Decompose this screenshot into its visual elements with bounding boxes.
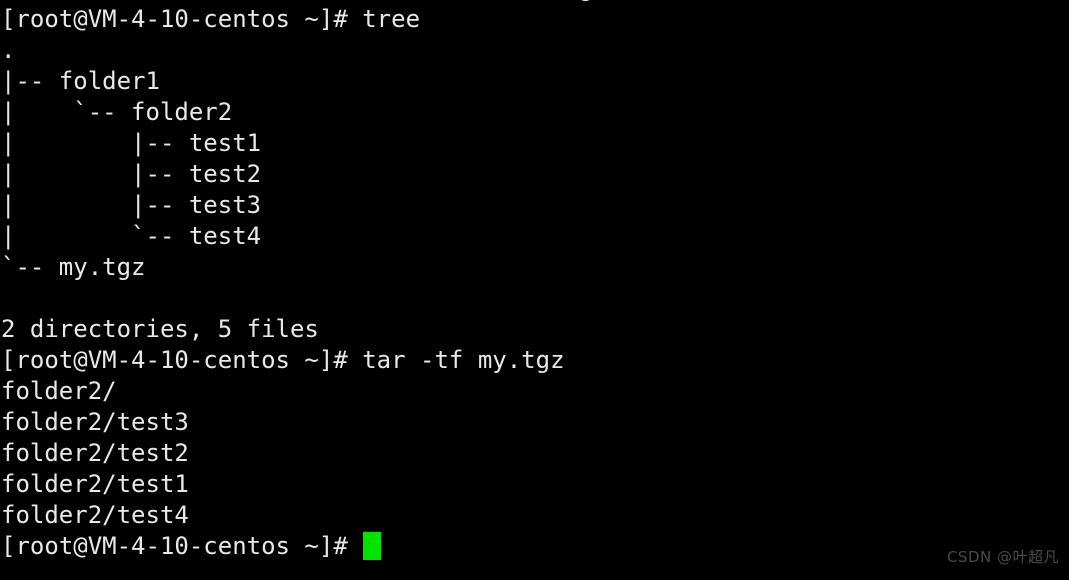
tar-output-test1: folder2/test1: [1, 470, 189, 498]
tar-output-test3: folder2/test3: [1, 408, 189, 436]
command-line-tar: [root@VM-4-10-centos ~]# tar -tf my.tgz: [1, 346, 565, 374]
tar-output-test2: folder2/test2: [1, 439, 189, 467]
prompt-text: [root@VM-4-10-centos ~]#: [1, 532, 363, 560]
tree-output-root: .: [1, 36, 16, 64]
tree-output-test1: | |-- test1: [1, 129, 262, 157]
text-cursor[interactable]: [363, 532, 382, 560]
command-line-tree: [root@VM-4-10-centos ~]# tree: [1, 5, 421, 33]
tree-output-summary: 2 directories, 5 files: [1, 315, 319, 343]
tree-output-test3: | |-- test3: [1, 191, 262, 219]
tree-output-test4: | `-- test4: [1, 222, 262, 250]
terminal-window[interactable]: g [root@VM-4-10-centos ~]# tree . |-- fo…: [0, 0, 1069, 580]
terminal-screen: g [root@VM-4-10-centos ~]# tree . |-- fo…: [0, 0, 1069, 562]
tree-output-test2: | |-- test2: [1, 160, 262, 188]
tar-output-folder2: folder2/: [1, 377, 117, 405]
tree-output-folder2: | `-- folder2: [1, 98, 233, 126]
tree-output-folder1: |-- folder1: [1, 67, 160, 95]
tree-output-mytgz: `-- my.tgz: [1, 253, 146, 281]
tar-output-test4: folder2/test4: [1, 501, 189, 529]
csdn-watermark: CSDN @叶超凡: [946, 548, 1059, 566]
current-prompt-line[interactable]: [root@VM-4-10-centos ~]#: [0, 531, 1069, 562]
